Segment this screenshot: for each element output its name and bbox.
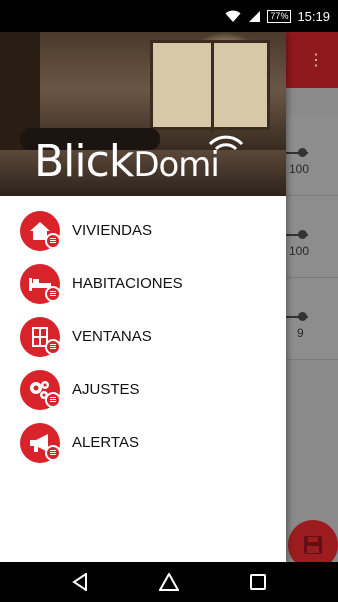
menu-item-label: VENTANAS: [72, 328, 152, 345]
menu-item-viviendas[interactable]: VIVIENDAS: [0, 204, 286, 257]
menu-item-label: AJUSTES: [72, 381, 140, 398]
battery-level: 77: [270, 10, 281, 21]
blickdomi-logo: BlickDomi: [34, 136, 220, 191]
list-badge-icon: [45, 232, 61, 249]
back-icon[interactable]: [66, 568, 94, 596]
slider-value: 100: [289, 162, 310, 176]
menu-item-habitaciones[interactable]: HABITACIONES: [0, 257, 286, 310]
list-badge-icon: [45, 285, 61, 302]
save-icon: [304, 536, 322, 554]
menu-item-alertas[interactable]: ALERTAS: [0, 416, 286, 469]
megaphone-icon: [20, 422, 61, 463]
house-icon: [20, 210, 61, 251]
clock: 15:19: [297, 8, 330, 24]
slider-knob[interactable]: [298, 230, 307, 239]
menu-item-ajustes[interactable]: AJUSTES: [0, 363, 286, 416]
navigation-drawer: BlickDomi VIVIENDAS HABITACIONES VENTANA…: [0, 32, 286, 562]
more-options-icon[interactable]: ⋮: [308, 50, 324, 70]
bed-icon: [20, 263, 61, 304]
home-icon[interactable]: [155, 568, 183, 596]
save-button[interactable]: [288, 520, 338, 562]
menu-item-label: VIVIENDAS: [72, 222, 153, 239]
system-nav-bar: [0, 562, 338, 602]
header-photo-window: [150, 40, 270, 133]
slider-knob[interactable]: [298, 312, 307, 321]
slider-knob[interactable]: [298, 148, 307, 157]
menu-item-label: HABITACIONES: [72, 275, 183, 292]
logo-wifi-icon: [208, 135, 244, 151]
battery-icon: 77%: [267, 9, 292, 23]
wifi-icon: [225, 10, 241, 23]
gears-icon: [20, 369, 61, 410]
logo-part1: Blick: [34, 136, 134, 187]
menu-item-ventanas[interactable]: VENTANAS: [0, 310, 286, 363]
slider-value: 9: [297, 326, 304, 340]
slider-value: 100: [289, 244, 310, 258]
recents-icon[interactable]: [244, 568, 272, 596]
list-badge-icon: [45, 444, 61, 461]
drawer-header: BlickDomi: [0, 32, 286, 196]
menu-item-label: ALERTAS: [72, 434, 139, 451]
status-bar: 77% 15:19: [0, 0, 338, 32]
signal-icon: [247, 10, 261, 23]
list-badge-icon: [45, 338, 61, 355]
window-icon: [20, 316, 61, 357]
list-badge-icon: [45, 391, 61, 408]
drawer-menu: VIVIENDAS HABITACIONES VENTANAS AJUSTES: [0, 196, 286, 469]
